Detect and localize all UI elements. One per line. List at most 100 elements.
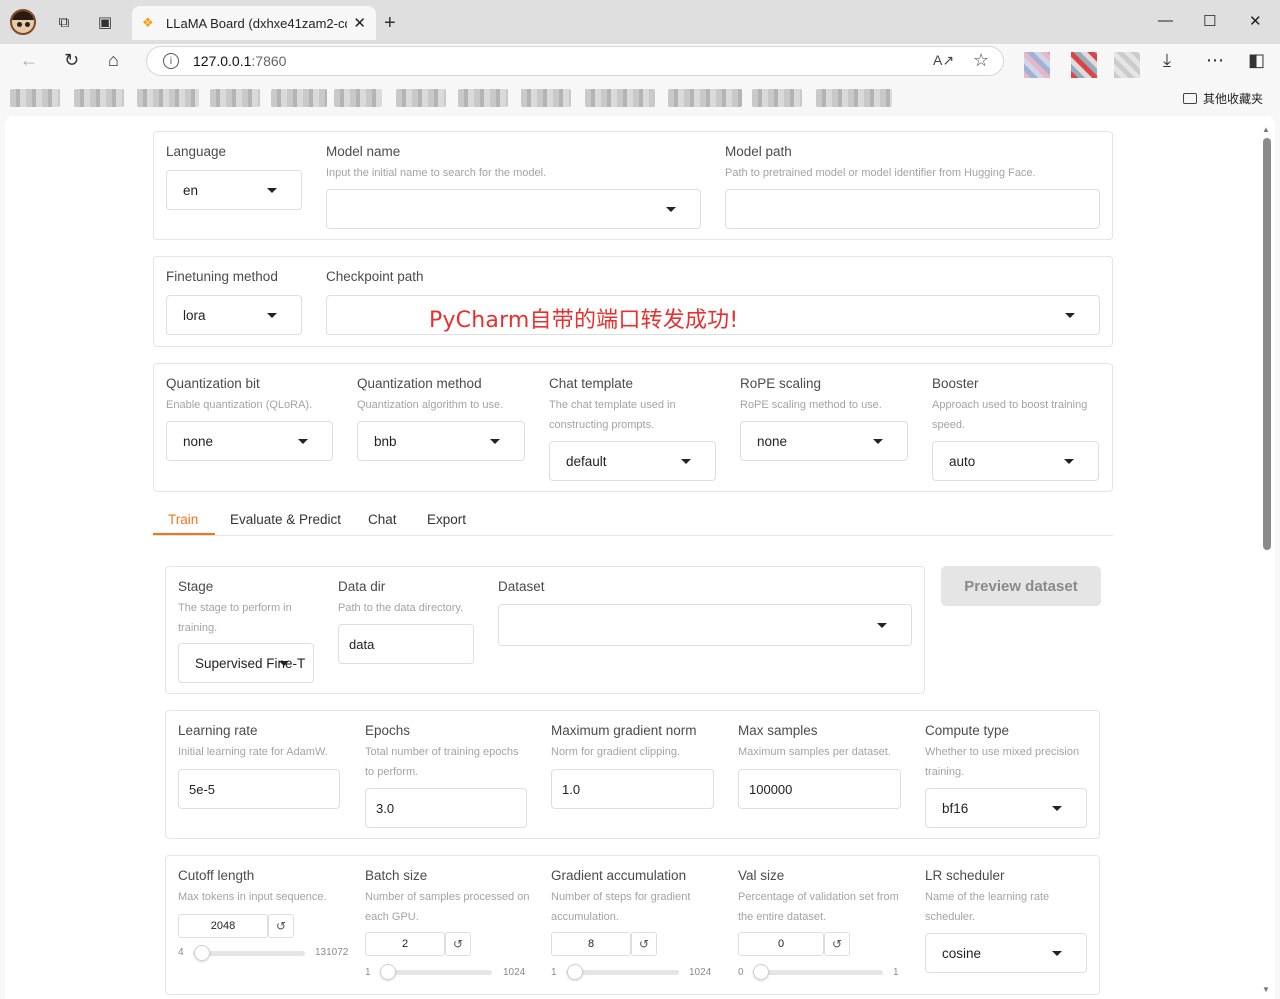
bookmark-item[interactable] [10,89,60,107]
sidebar-icon[interactable]: ◧ [1248,50,1265,71]
learning-rate-label: Learning rate [178,723,258,738]
chat-template-dropdown[interactable]: default [549,441,716,481]
bookmark-item[interactable] [210,89,260,107]
val-size-slider[interactable] [753,964,883,980]
url-port: :7860 [251,53,287,69]
extension-icon[interactable] [1024,52,1050,78]
batch-size-input[interactable]: 2 [365,932,445,956]
profile-avatar[interactable] [10,9,36,35]
data-dir-input[interactable]: data [338,624,474,664]
new-tab-button[interactable]: + [384,12,396,35]
site-info-icon[interactable]: i [163,53,179,69]
language-dropdown[interactable]: en [166,170,302,210]
read-aloud-icon[interactable]: A↗ [933,52,954,69]
lr-scheduler-value: cosine [942,945,982,961]
val-max: 1 [893,967,899,978]
chevron-down-icon [681,459,691,464]
quantization-bit-dropdown[interactable]: none [166,421,333,461]
grad-accum-slider[interactable] [566,964,679,980]
bookmark-item[interactable] [458,89,508,107]
bookmark-item[interactable] [74,89,124,107]
scrollbar[interactable] [1263,138,1271,550]
address-bar[interactable]: i 127.0.0.1:7860 A↗ ☆ [146,46,1004,76]
val-size-input[interactable]: 0 [738,932,824,956]
batch-size-info: Number of samples processed on each GPU. [365,891,530,923]
close-tab-icon[interactable]: ✕ [353,14,366,32]
browser-tab[interactable]: ❖ LLaMA Board (dxhxe41zam2-cqw... ✕ [132,6,376,40]
cutoff-length-input[interactable]: 2048 [178,914,268,938]
cutoff-length-slider[interactable] [193,945,305,961]
extension-icon[interactable] [1071,52,1097,78]
bookmark-item[interactable] [137,89,199,107]
more-icon[interactable]: ⋯ [1206,50,1224,71]
download-icon[interactable]: ⤓ [1163,50,1171,71]
epochs-input[interactable]: 3.0 [365,788,527,828]
navigation-bar: ← ↻ ⌂ i 127.0.0.1:7860 A↗ ☆ ⤓ ⋯ ◧ [0,44,1280,78]
slider-thumb[interactable] [753,964,769,980]
finetuning-method-dropdown[interactable]: lora [166,295,302,335]
close-window-icon[interactable]: ✕ [1249,12,1262,30]
tab-export[interactable]: Export [427,512,466,527]
booster-dropdown[interactable]: auto [932,441,1099,481]
bookmark-item[interactable] [521,89,571,107]
reset-icon[interactable]: ↺ [445,932,471,956]
lr-scheduler-dropdown[interactable]: cosine [925,933,1087,973]
cutoff-max: 131072 [315,947,349,958]
extension-icon[interactable] [1114,52,1140,78]
dataset-dropdown[interactable] [498,604,912,646]
browser-window: ⧉ ▣ ❖ LLaMA Board (dxhxe41zam2-cqw... ✕ … [0,0,1280,999]
other-bookmarks[interactable]: 其他收藏夹 [1183,90,1263,107]
back-icon[interactable]: ← [20,50,38,71]
grad-accum-input[interactable]: 8 [551,932,631,956]
bookmarks-bar: 其他收藏夹 [0,82,1280,112]
workspaces-icon[interactable]: ⧉ [52,10,76,34]
preview-dataset-button[interactable]: Preview dataset [941,566,1101,606]
reset-icon[interactable]: ↺ [631,932,657,956]
bookmark-item[interactable] [271,89,327,107]
model-name-label: Model name [326,144,401,159]
tab-train[interactable]: Train [168,512,198,527]
quantization-bit-label: Quantization bit [166,376,260,391]
rope-scaling-dropdown[interactable]: none [740,421,908,461]
reset-icon[interactable]: ↺ [824,932,850,956]
slider-thumb[interactable] [566,964,583,980]
batch-size-slider[interactable] [380,964,492,980]
max-samples-input[interactable]: 100000 [738,769,901,809]
quantization-bit-info: Enable quantization (QLoRA). [166,399,313,411]
dataset-label: Dataset [498,579,545,594]
scroll-up-icon[interactable]: ▲ [1262,125,1270,134]
language-value: en [183,182,199,198]
bookmark-item[interactable] [585,89,655,107]
quantization-method-dropdown[interactable]: bnb [357,421,525,461]
tab-chat[interactable]: Chat [368,512,397,527]
rope-scaling-info: RoPE scaling method to use. [740,399,882,411]
favorite-icon[interactable]: ☆ [973,50,989,71]
model-name-dropdown[interactable] [326,189,701,229]
learning-rate-input[interactable]: 5e-5 [178,769,340,809]
model-path-input[interactable] [725,189,1100,229]
tab-evaluate[interactable]: Evaluate & Predict [230,512,341,527]
bookmark-item[interactable] [334,89,382,107]
slider-thumb[interactable] [380,964,397,980]
reset-icon[interactable]: ↺ [268,914,294,938]
compute-type-dropdown[interactable]: bf16 [925,788,1087,828]
quantization-bit-value: none [183,433,214,449]
minimize-icon[interactable]: — [1158,12,1173,29]
maximize-icon[interactable]: ☐ [1203,12,1216,30]
chevron-down-icon [666,207,676,212]
refresh-icon[interactable]: ↻ [64,50,79,71]
model-path-info: Path to pretrained model or model identi… [725,167,1036,179]
bookmark-item[interactable] [668,89,742,107]
scroll-down-icon[interactable]: ▼ [1262,985,1270,994]
bookmark-item[interactable] [396,89,446,107]
quantization-method-value: bnb [374,433,397,449]
val-size-info: Percentage of validation set from the en… [738,891,899,923]
home-icon[interactable]: ⌂ [108,50,119,71]
bookmark-item[interactable] [816,89,892,107]
grad-accum-info: Number of steps for gradient accumulatio… [551,891,691,923]
stage-dropdown[interactable]: Supervised Fine-T [178,643,314,683]
batch-size-label: Batch size [365,868,428,883]
bookmark-item[interactable] [752,89,802,107]
tab-actions-icon[interactable]: ▣ [93,10,117,34]
max-grad-norm-input[interactable]: 1.0 [551,769,714,809]
